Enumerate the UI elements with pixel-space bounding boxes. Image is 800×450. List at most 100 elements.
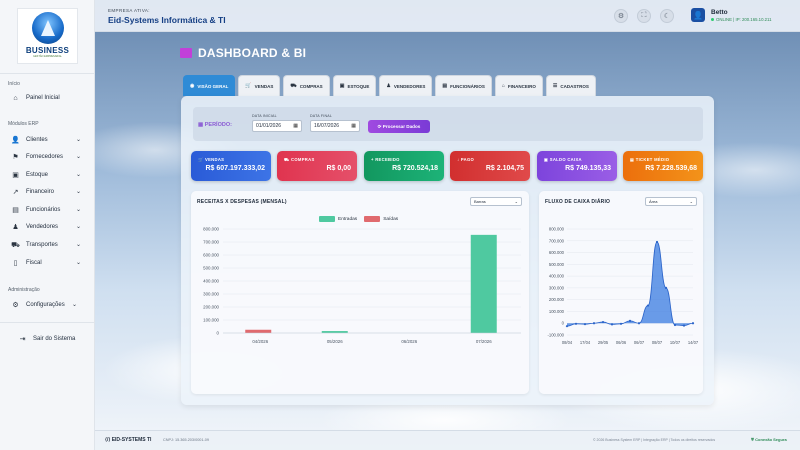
- sidebar-item-clientes[interactable]: 👤 Clientes ⌄: [11, 134, 81, 146]
- data-point: [655, 240, 659, 244]
- kpi-ticket-medio: ▤ TICKET MÉDIO R$ 7.228.539,68: [623, 151, 703, 181]
- data-inicial-value: 01/01/2026: [256, 123, 282, 129]
- logo-subtitle: GESTÃO EMPRESARIAL: [33, 55, 62, 58]
- truck-icon: ⛟: [11, 241, 20, 249]
- calendar-icon[interactable]: ▦: [351, 123, 356, 129]
- sidebar-item-label: Clientes: [26, 137, 48, 143]
- data-point: [664, 286, 668, 289]
- tab-funcionarios[interactable]: ▤ FUNCIONÁRIOS: [435, 75, 492, 96]
- sidebar-item-label: Fiscal: [26, 260, 42, 266]
- tab-vendedores[interactable]: ♟ VENDEDORES: [379, 75, 433, 96]
- chart-area-icon: [180, 48, 192, 58]
- y-tick-label: 500.000: [203, 266, 219, 271]
- truck-icon: ⛟: [284, 157, 292, 162]
- x-tick-label: 04/2026: [252, 339, 268, 344]
- chart-card-receitas-despesas: RECEITAS X DESPESAS (MENSAL) Barras ⌄ Ent…: [191, 191, 529, 394]
- kpi-label: ▤ TICKET MÉDIO: [630, 157, 669, 162]
- chevron-down-icon: ⌄: [75, 189, 81, 195]
- kpi-label-text: RECEBIDO: [375, 157, 400, 162]
- processar-dados-button[interactable]: ⟳ Processar Dados: [368, 120, 430, 133]
- sidebar: BUSINESS GESTÃO EMPRESARIAL Início ⌂ Pai…: [0, 0, 95, 450]
- area-chart: -100.000 0 100.000 200.000 300.000 400.000 500…: [547, 227, 699, 346]
- kpi-recebido: + RECEBIDO R$ 720.524,18: [364, 151, 444, 181]
- data-point: [601, 320, 605, 324]
- footer-brand-text: EID-SYSTEMS TI: [111, 437, 152, 443]
- kpi-value: R$ 720.524,18: [392, 165, 438, 172]
- y-tick-label: 600.000: [549, 250, 565, 255]
- y-tick-label: 200.000: [203, 305, 219, 310]
- kpi-value: R$ 607.197.333,02: [205, 165, 265, 172]
- tab-estoque[interactable]: ▣ ESTOQUE: [332, 75, 377, 96]
- y-tick-label: 100.000: [549, 309, 565, 314]
- kpi-value: R$ 2.104,75: [485, 165, 524, 172]
- cart-icon: 🛒: [198, 157, 205, 162]
- sidebar-item-fornecedores[interactable]: ⚑ Fornecedores ⌄: [11, 151, 81, 163]
- calendar-icon[interactable]: ▦: [293, 123, 298, 129]
- footer-brand: ⟨/⟩ EID-SYSTEMS TI: [105, 437, 151, 443]
- code-icon: ⟨/⟩: [105, 437, 112, 443]
- chart-card-fluxo-caixa: FLUXO DE CAIXA DIÁRIO Área ⌄ -100.000 0 100…: [539, 191, 703, 394]
- chevron-down-icon: ⌄: [75, 260, 81, 266]
- tab-visao-geral[interactable]: ◉ VISÃO GERAL: [183, 75, 236, 96]
- sidebar-item-painel-inicial[interactable]: ⌂ Painel Inicial: [11, 92, 81, 104]
- sidebar-item-fiscal[interactable]: ▯ Fiscal ⌄: [11, 257, 81, 269]
- bar-entradas: [470, 234, 497, 333]
- x-tick-label: 06/07: [634, 340, 645, 345]
- tab-label: FINANCEIRO: [507, 83, 536, 89]
- tab-compras[interactable]: ⛟ COMPRAS: [283, 75, 330, 96]
- sidebar-item-financeiro[interactable]: ↗ Financeiro ⌄: [11, 186, 81, 198]
- y-tick-label: 600.000: [203, 253, 219, 258]
- y-tick-label: 800.000: [549, 227, 565, 232]
- chevron-down-icon: ⌄: [75, 172, 81, 178]
- calendar-icon: ▦: [198, 122, 205, 128]
- x-tick-label: 05/2026: [327, 339, 343, 344]
- kpi-value: R$ 0,00: [326, 165, 351, 172]
- truck-icon: ⛟: [290, 82, 297, 89]
- sidebar-item-configuracoes[interactable]: ⚙ Configurações ⌄: [11, 299, 81, 311]
- y-tick-label: 100.000: [203, 318, 219, 323]
- data-inicial-label: DATA INICIAL: [252, 114, 277, 118]
- bank-icon: ⌂: [501, 83, 505, 89]
- bar-saidas: [245, 329, 272, 333]
- boxes-icon: ▣: [339, 83, 345, 89]
- x-tick-label: 14/07: [688, 340, 699, 345]
- sidebar-item-vendedores[interactable]: ♟ Vendedores ⌄: [11, 221, 81, 233]
- sidebar-item-label: Fornecedores: [26, 154, 64, 160]
- divider: [0, 322, 95, 323]
- user-tie-icon: ♟: [386, 83, 391, 89]
- y-tick-label: 300.000: [203, 292, 219, 297]
- gear-icon: ⚙: [12, 302, 19, 309]
- kpi-compras: ⛟ COMPRAS R$ 0,00: [277, 151, 357, 181]
- sidebar-item-estoque[interactable]: ▣ Estoque ⌄: [11, 169, 81, 181]
- sidebar-item-transportes[interactable]: ⛟ Transportes ⌄: [11, 239, 81, 251]
- data-inicial-input[interactable]: 01/01/2026 ▦: [252, 120, 302, 132]
- x-tick-label: 07/2026: [476, 339, 492, 344]
- user-status: ONLINE | IP: 200.165.10.211: [711, 17, 772, 22]
- user-name: Betto: [711, 9, 728, 16]
- tab-financeiro[interactable]: ⌂ FINANCEIRO: [494, 75, 543, 96]
- fullscreen-button[interactable]: ⛶: [637, 9, 651, 23]
- data-final-input[interactable]: 16/07/2026 ▦: [310, 120, 360, 132]
- x-tick-label: 17/04: [580, 340, 591, 345]
- settings-button[interactable]: ⚙: [614, 9, 628, 23]
- page-title: DASHBOARD & BI: [180, 46, 306, 60]
- logout-button[interactable]: ⇥ Sair do Sistema: [18, 333, 88, 345]
- tab-cadastros[interactable]: ☰ CADASTROS: [545, 75, 596, 96]
- moon-icon: ☾: [663, 13, 671, 20]
- tab-vendas[interactable]: 🛒 VENDAS: [238, 75, 281, 96]
- data-final-value: 16/07/2026: [314, 123, 340, 129]
- tab-label: VENDEDORES: [393, 83, 426, 89]
- sidebar-item-funcionarios[interactable]: ▤ Funcionários ⌄: [11, 204, 81, 216]
- list-icon: ☰: [552, 83, 558, 89]
- user-avatar[interactable]: 👤: [691, 8, 705, 22]
- home-icon: ⌂: [13, 94, 18, 102]
- divider: [0, 73, 95, 74]
- theme-toggle-button[interactable]: ☾: [660, 9, 674, 23]
- sidebar-item-label: Painel Inicial: [26, 95, 60, 101]
- kpi-label-text: COMPRAS: [291, 157, 315, 162]
- id-card-icon: ▤: [442, 83, 448, 89]
- page-title-text: DASHBOARD & BI: [198, 46, 307, 60]
- id-badge-icon: ▤: [12, 207, 19, 214]
- kpi-saldo-caixa: ▣ SALDO CAIXA R$ 749.135,33: [537, 151, 617, 181]
- kpi-label: ↓ PAGO: [457, 157, 474, 162]
